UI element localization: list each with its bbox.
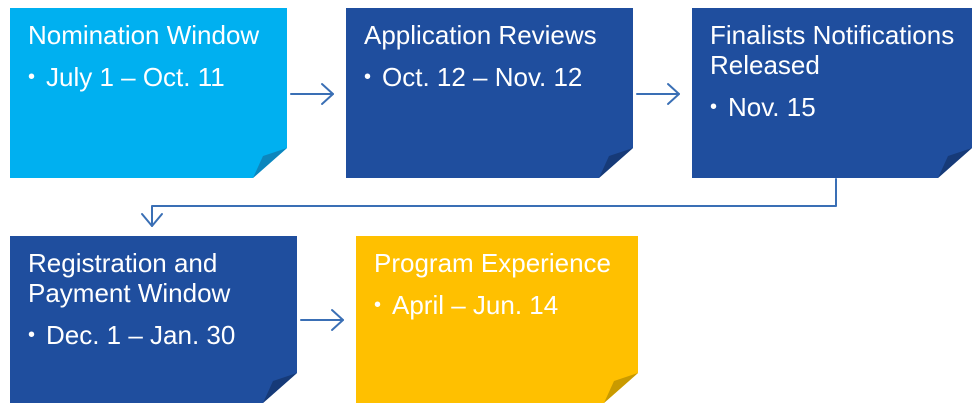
step-title: Nomination Window (28, 20, 260, 50)
step-box-registration-payment: Registration and Payment Window • Dec. 1… (10, 236, 297, 403)
bullet-icon: • (364, 66, 372, 88)
page-fold-icon (604, 373, 638, 403)
step-detail: Oct. 12 – Nov. 12 (382, 62, 583, 92)
step-detail: July 1 – Oct. 11 (46, 62, 225, 92)
step-box-nomination: Nomination Window • July 1 – Oct. 11 (10, 8, 287, 178)
step-title: Application Reviews (364, 20, 597, 50)
step-detail: Nov. 15 (728, 92, 816, 122)
page-fold-icon (599, 148, 633, 178)
step-box-finalists-notifications: Finalists Notifications Released • Nov. … (692, 8, 972, 178)
step-date-range: • Dec. 1 – Jan. 30 (28, 322, 283, 348)
bullet-icon: • (28, 66, 36, 88)
step-title: Registration and Payment Window (28, 248, 231, 308)
bullet-icon: • (28, 324, 36, 346)
step-detail: Dec. 1 – Jan. 30 (46, 320, 236, 350)
page-fold-icon (253, 148, 287, 178)
step-date-range: • April – Jun. 14 (374, 292, 624, 318)
page-fold-icon (938, 148, 972, 178)
step-title: Program Experience (374, 248, 611, 278)
page-fold-icon (263, 373, 297, 403)
connector-3-to-4 (151, 178, 837, 227)
bullet-icon: • (710, 96, 718, 118)
step-date-range: • July 1 – Oct. 11 (28, 64, 273, 90)
step-detail: April – Jun. 14 (392, 290, 559, 320)
step-date-range: • Nov. 15 (710, 94, 958, 120)
step-box-program-experience: Program Experience • April – Jun. 14 (356, 236, 638, 403)
step-date-range: • Oct. 12 – Nov. 12 (364, 64, 619, 90)
step-box-application-reviews: Application Reviews • Oct. 12 – Nov. 12 (346, 8, 633, 178)
step-title: Finalists Notifications Released (710, 20, 955, 80)
bullet-icon: • (374, 294, 382, 316)
